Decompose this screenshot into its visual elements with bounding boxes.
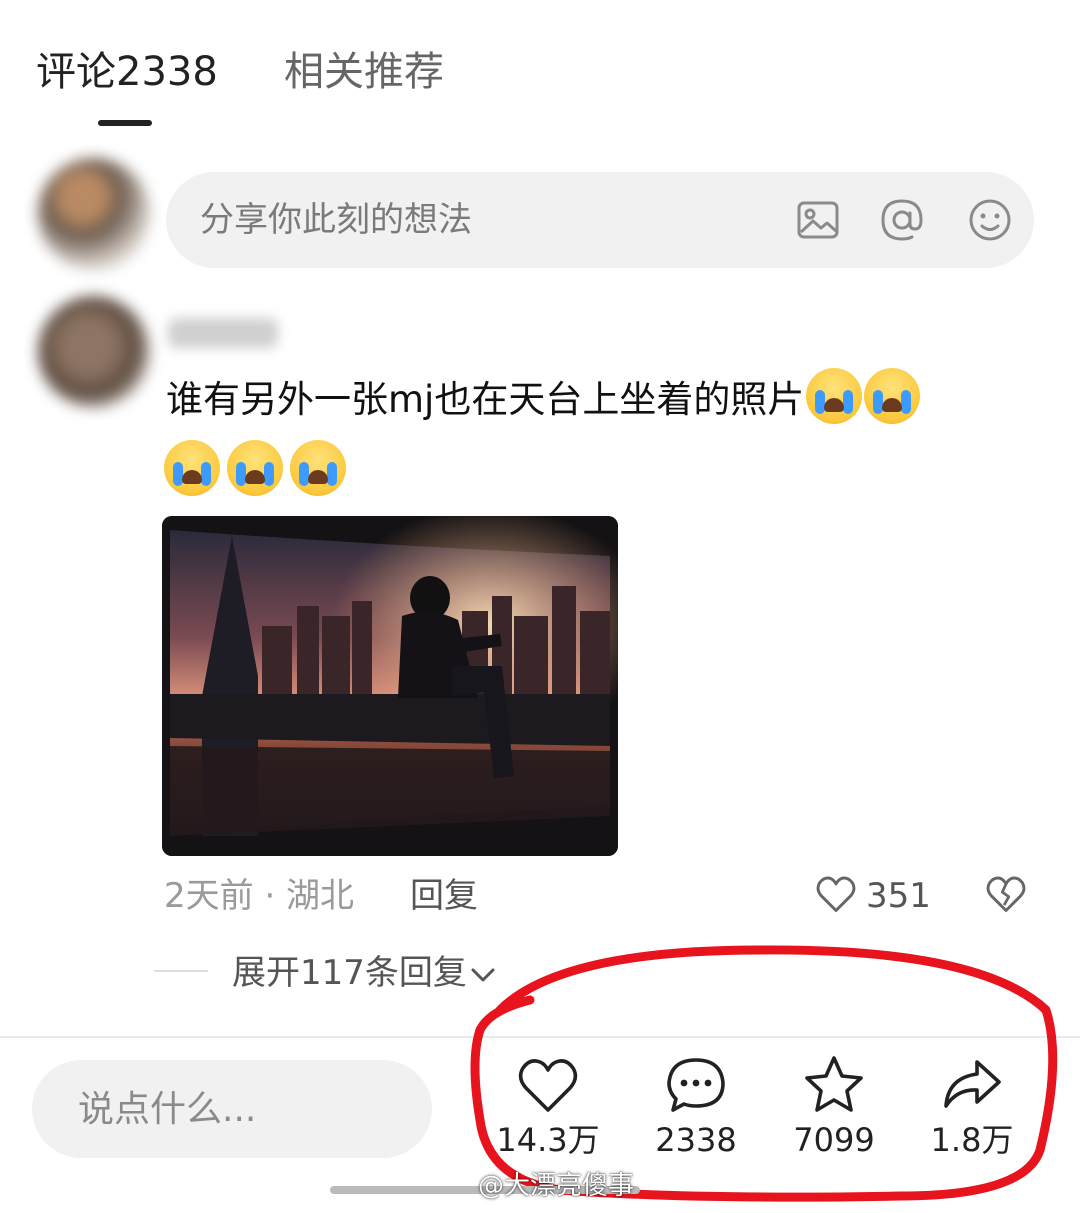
expand-divider (154, 970, 208, 972)
chat-bubble-icon (667, 1058, 725, 1112)
comment-button[interactable]: 2338 (626, 1052, 766, 1162)
star-icon (805, 1056, 863, 1112)
comment-time-location: 2天前 · 湖北 (164, 876, 355, 916)
reply-button[interactable]: 回复 (410, 874, 478, 918)
bottom-bar-divider (0, 1036, 1080, 1038)
crying-emoji (806, 368, 863, 424)
comment-emoji-row (162, 440, 347, 496)
share-button[interactable]: 1.8万 (902, 1052, 1042, 1162)
comment-count: 2338 (655, 1121, 737, 1159)
crying-emoji (864, 368, 921, 424)
image-icon[interactable] (794, 196, 842, 244)
my-avatar (38, 158, 150, 270)
chevron-down-icon[interactable] (468, 960, 498, 990)
comment-input[interactable]: 分享你此刻的想法 (166, 172, 1034, 268)
like-count: 14.3万 (496, 1121, 600, 1159)
share-arrow-icon (944, 1060, 1001, 1108)
mention-icon[interactable] (878, 196, 926, 244)
tab-related[interactable]: 相关推荐 (284, 44, 444, 100)
comment-input-placeholder: 分享你此刻的想法 (200, 200, 472, 240)
comment-text: 谁有另外一张mj也在天台上坐着的照片 (166, 378, 805, 421)
like-button[interactable]: 14.3万 (478, 1052, 618, 1162)
crying-emoji (290, 440, 347, 496)
tab-comments[interactable]: 评论2338 (36, 44, 218, 100)
crying-emoji (227, 440, 284, 496)
commenter-username[interactable] (168, 318, 278, 348)
broken-heart-icon[interactable] (984, 872, 1028, 916)
say-something-input[interactable]: 说点什么... (32, 1060, 432, 1158)
comment-body: 谁有另外一张mj也在天台上坐着的照片 (166, 368, 1006, 431)
emoji-icon[interactable] (966, 196, 1014, 244)
active-tab-indicator (98, 120, 152, 126)
comment-like-count: 351 (866, 876, 931, 916)
commenter-avatar[interactable] (38, 296, 150, 408)
favorite-button[interactable]: 7099 (764, 1052, 904, 1162)
say-something-placeholder: 说点什么... (78, 1089, 257, 1130)
heart-icon (518, 1059, 578, 1112)
share-count: 1.8万 (930, 1121, 1014, 1159)
heart-icon[interactable] (814, 872, 858, 916)
expand-replies-button[interactable]: 展开117条回复 (232, 950, 467, 996)
comment-photo[interactable] (162, 516, 618, 856)
watermark: @大漂亮傻事 (478, 1171, 635, 1201)
favorite-count: 7099 (793, 1121, 875, 1159)
crying-emoji (164, 440, 220, 496)
